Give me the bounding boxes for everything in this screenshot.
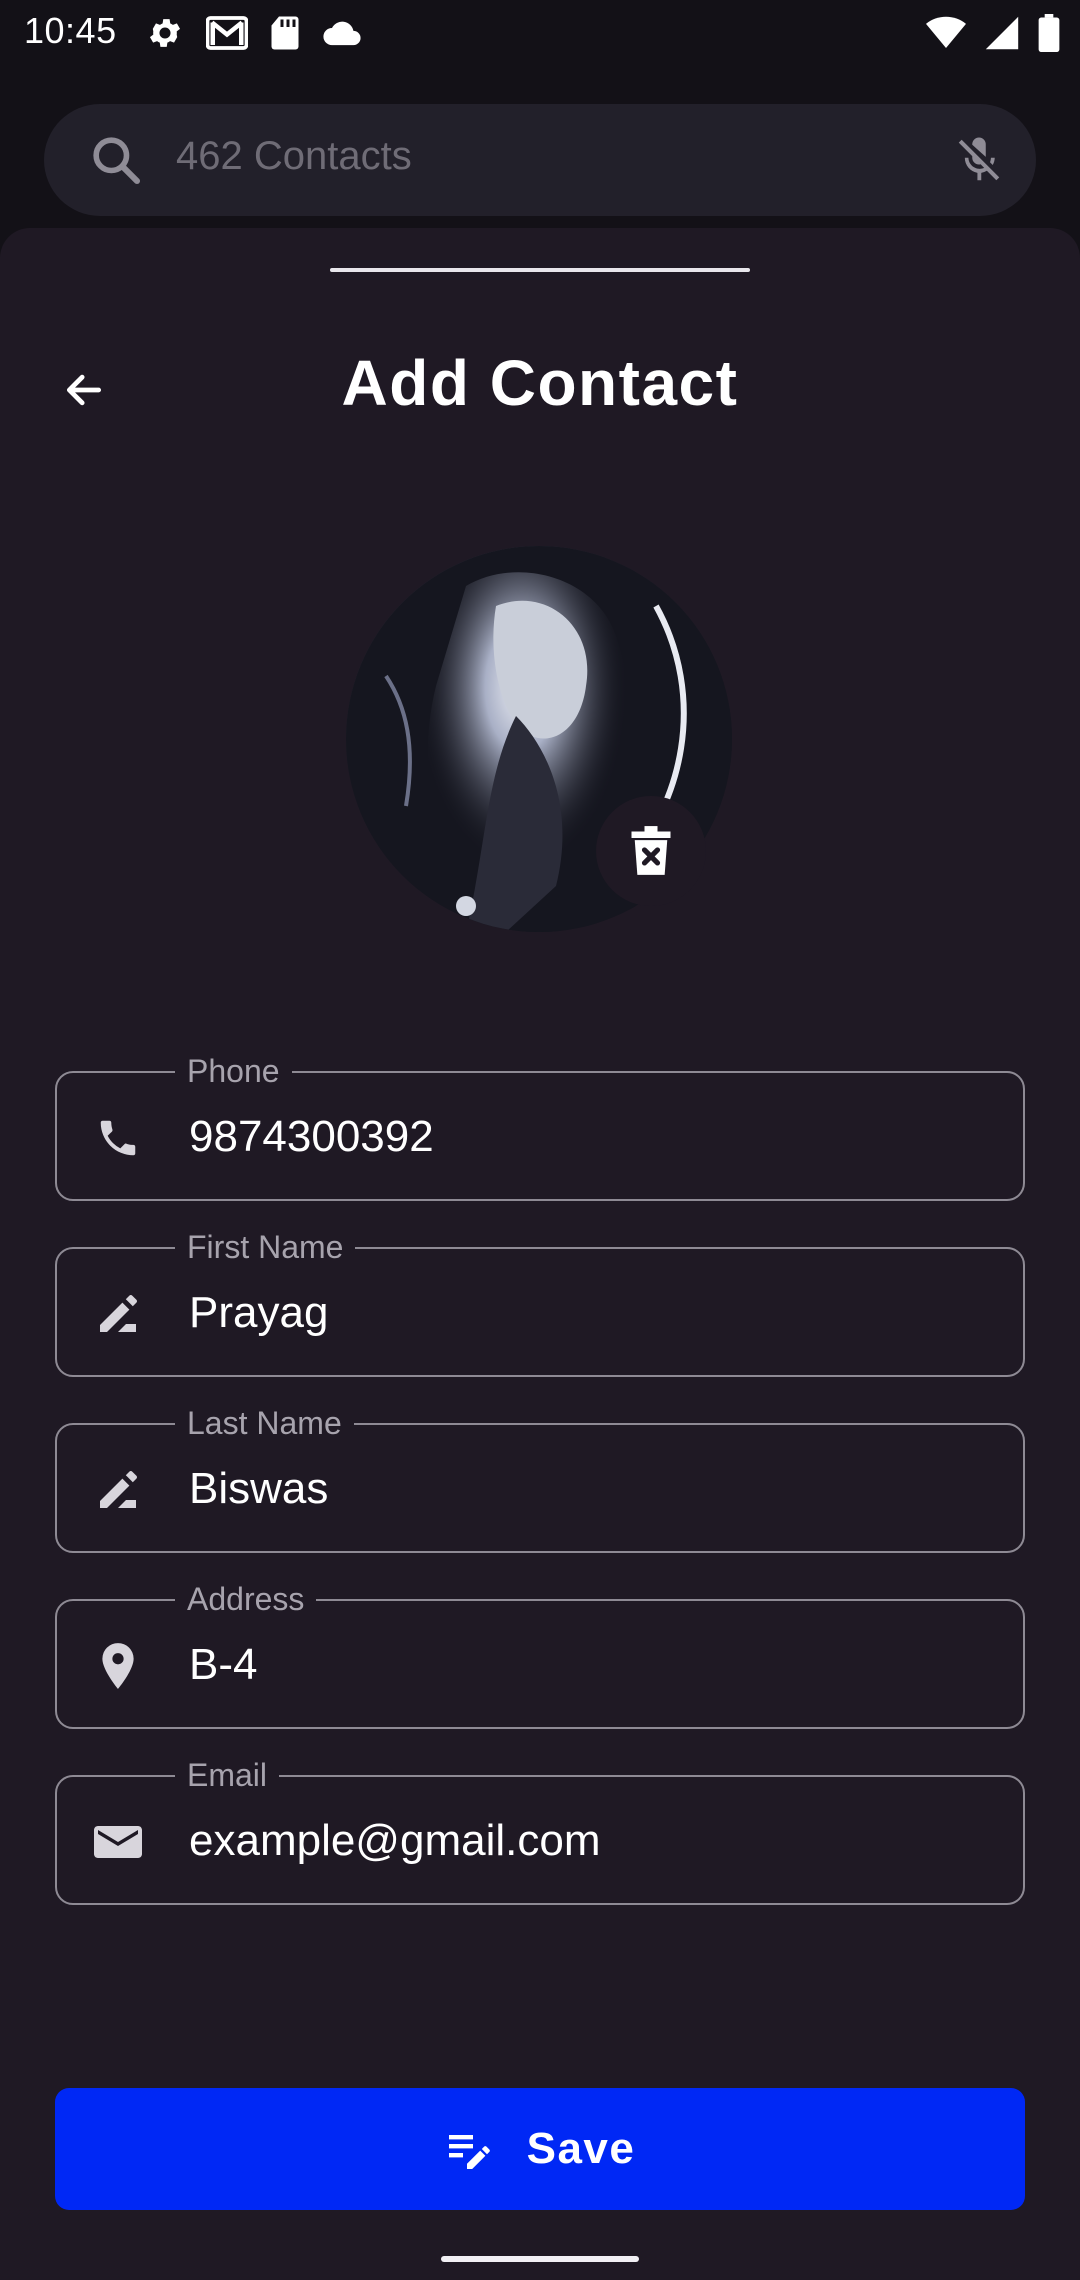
email-label: Email xyxy=(175,1753,280,1797)
wifi-icon xyxy=(926,16,966,48)
address-field[interactable]: Address B-4 xyxy=(55,1577,1025,1729)
save-label: Save xyxy=(526,2124,636,2173)
search-placeholder: 462 Contacts xyxy=(176,134,412,178)
page-title: Add Contact xyxy=(341,347,739,419)
battery-icon xyxy=(1038,14,1060,52)
cell-signal-icon xyxy=(985,16,1019,50)
system-icons xyxy=(926,14,1060,52)
gmail-icon xyxy=(206,16,248,50)
status-bar: 10:45 xyxy=(0,0,1080,68)
sheet-drag-handle[interactable] xyxy=(330,268,750,272)
phone-icon xyxy=(93,1113,143,1163)
phone-field[interactable]: Phone 9874300392 xyxy=(55,1049,1025,1201)
screen: 10:45 462 Contacts Add Contact Phone 987… xyxy=(0,0,1080,2280)
location-pin-icon xyxy=(93,1641,143,1691)
first-name-label: First Name xyxy=(175,1225,356,1269)
edit-icon xyxy=(93,1465,143,1515)
search-icon xyxy=(93,137,141,185)
settings-gear-icon xyxy=(149,19,181,47)
gesture-nav-handle[interactable] xyxy=(441,2256,639,2262)
last-name-input[interactable]: Biswas xyxy=(189,1461,328,1517)
edit-note-icon xyxy=(448,2135,490,2169)
add-contact-sheet: Add Contact Phone 9874300392 First Name … xyxy=(0,228,1080,2280)
email-input[interactable]: example@gmail.com xyxy=(189,1813,600,1869)
last-name-label: Last Name xyxy=(175,1401,354,1445)
remove-photo-button[interactable] xyxy=(596,796,706,906)
edit-icon xyxy=(93,1289,143,1339)
phone-input[interactable]: 9874300392 xyxy=(189,1109,434,1165)
sd-card-icon xyxy=(271,16,299,50)
phone-label: Phone xyxy=(175,1049,292,1093)
cloud-icon xyxy=(323,21,361,46)
first-name-input[interactable]: Prayag xyxy=(189,1285,328,1341)
address-input[interactable]: B-4 xyxy=(189,1637,257,1693)
email-field[interactable]: Email example@gmail.com xyxy=(55,1753,1025,1905)
first-name-field[interactable]: First Name Prayag xyxy=(55,1225,1025,1377)
last-name-field[interactable]: Last Name Biswas xyxy=(55,1401,1025,1553)
search-bar[interactable]: 462 Contacts xyxy=(44,104,1036,216)
save-button[interactable]: Save xyxy=(55,2088,1025,2210)
mail-icon xyxy=(93,1817,143,1867)
status-time: 10:45 xyxy=(24,10,117,51)
address-label: Address xyxy=(175,1577,317,1621)
notification-icons xyxy=(146,14,362,52)
mic-off-icon[interactable] xyxy=(952,132,1006,188)
delete-icon xyxy=(631,826,671,875)
